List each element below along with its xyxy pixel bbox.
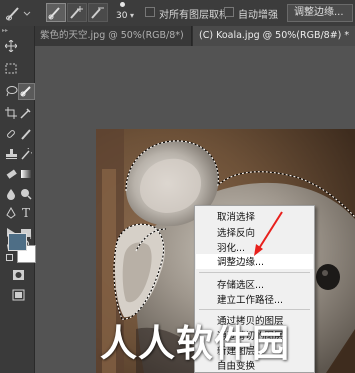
- history-brush-tool-icon[interactable]: [20, 148, 32, 160]
- brush-dot-icon: [120, 2, 125, 7]
- document-tab-bar: 紫色的天空.jpg @ 50%(RGB/8*) (C) Koala.jpg @ …: [34, 26, 355, 46]
- auto-enhance-checkbox[interactable]: [224, 7, 234, 17]
- pen-tool-icon[interactable]: [5, 207, 17, 219]
- options-bar: 30 ▾ 对所有图层取样 自动增强 调整边缘...: [0, 0, 355, 27]
- tool-preset-picker[interactable]: [4, 4, 32, 22]
- clone-stamp-tool-icon[interactable]: [5, 148, 17, 160]
- lasso-tool-icon[interactable]: [5, 85, 18, 97]
- crop-tool-icon[interactable]: [5, 107, 17, 119]
- brush-new-selection-icon: [48, 7, 60, 20]
- swap-colors-icon[interactable]: ↰: [26, 232, 33, 241]
- tab-koala[interactable]: (C) Koala.jpg @ 50%(RGB/8#) *: [193, 26, 355, 46]
- brush-size-picker[interactable]: 30 ▾: [112, 2, 138, 24]
- brush-subtract-icon: [91, 7, 104, 19]
- eyedropper-tool-icon[interactable]: [20, 107, 32, 119]
- dodge-tool-icon[interactable]: [20, 188, 32, 200]
- watermark-text: 人人软件园: [100, 322, 290, 365]
- add-to-selection-button[interactable]: [67, 3, 87, 22]
- menu-item-save-selection[interactable]: 存储选区...: [217, 277, 264, 291]
- brush-tool-icon[interactable]: [20, 128, 32, 140]
- eraser-tool-icon[interactable]: [5, 168, 17, 180]
- quick-selection-brush-icon: [6, 7, 31, 21]
- auto-enhance-label: 自动增强: [238, 10, 278, 21]
- tab-label: (C) Koala.jpg @ 50%(RGB/8#) *: [199, 30, 350, 41]
- move-tool-icon[interactable]: [5, 40, 17, 52]
- quick-selection-tool[interactable]: [18, 83, 35, 100]
- type-tool-icon[interactable]: T: [19, 206, 33, 220]
- sample-all-layers-checkbox[interactable]: [145, 7, 155, 17]
- quick-selection-icon: [20, 86, 31, 97]
- panel-collapse-icon[interactable]: ▸▸: [2, 28, 32, 34]
- tab-purple-sky[interactable]: 紫色的天空.jpg @ 50%(RGB/8*): [34, 26, 192, 46]
- menu-separator: [199, 309, 310, 310]
- chevron-down-icon: ▾: [130, 11, 135, 20]
- tools-panel: ▸▸ T ↰: [0, 26, 36, 373]
- quick-mask-icon[interactable]: [12, 269, 25, 281]
- new-selection-mode-button[interactable]: [46, 3, 66, 22]
- menu-item-make-work-path[interactable]: 建立工作路径...: [217, 292, 283, 306]
- foreground-color-swatch[interactable]: [8, 233, 27, 251]
- screen-mode-icon[interactable]: [12, 289, 25, 301]
- annotation-arrow-icon: [254, 211, 283, 256]
- menu-separator: [199, 272, 310, 273]
- sample-all-layers-label: 对所有图层取样: [159, 10, 229, 21]
- gradient-tool-icon[interactable]: [20, 168, 32, 180]
- brush-add-icon: [70, 6, 83, 19]
- marquee-tool-icon[interactable]: [5, 63, 17, 74]
- brush-size-value: 30: [116, 11, 128, 21]
- subtract-from-selection-button[interactable]: [88, 3, 108, 22]
- default-colors-icon[interactable]: [6, 254, 13, 261]
- healing-brush-tool-icon[interactable]: [5, 128, 17, 140]
- blur-tool-icon[interactable]: [5, 188, 17, 200]
- tab-label: 紫色的天空.jpg @ 50%(RGB/8*): [40, 30, 184, 41]
- menu-item-feather[interactable]: 羽化...: [217, 240, 245, 254]
- refine-edge-button[interactable]: 调整边缘...: [287, 4, 353, 22]
